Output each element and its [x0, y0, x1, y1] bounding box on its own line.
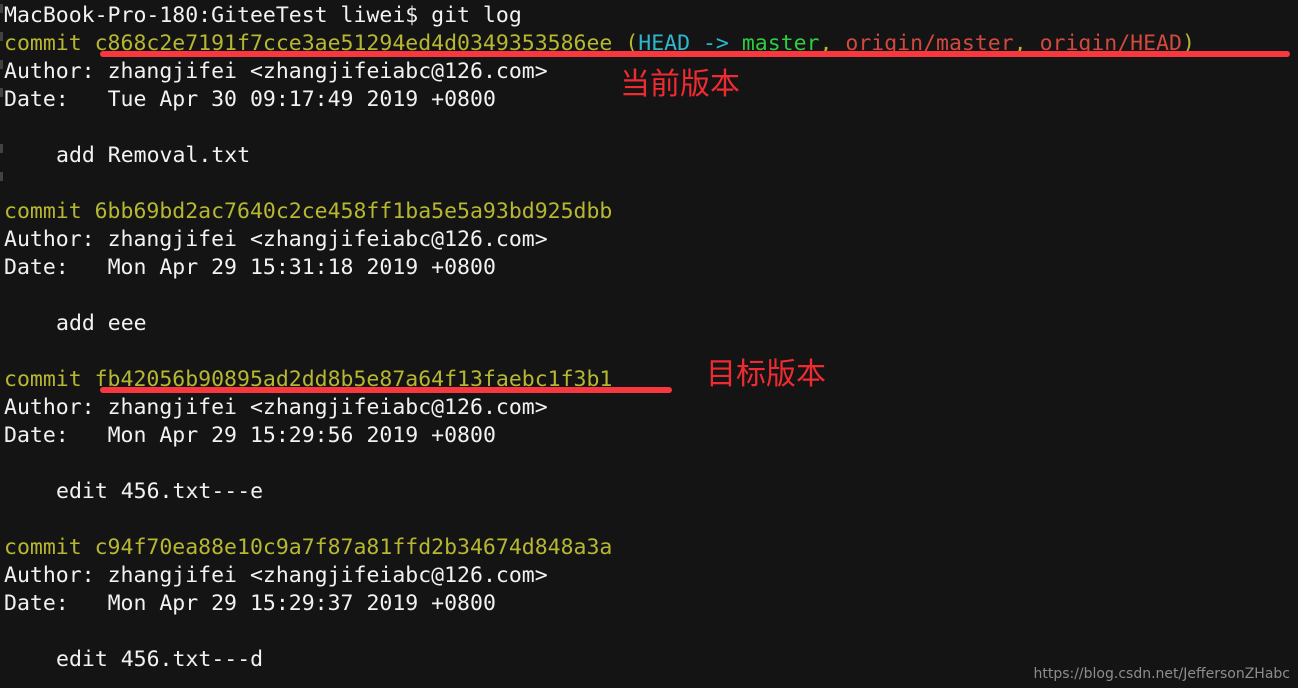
author-keyword: Author: — [4, 227, 108, 252]
commit-keyword: commit — [4, 535, 95, 560]
edge-artifact — [0, 88, 3, 97]
date-line-2: Date: Mon Apr 29 15:31:18 2019 +0800 — [4, 254, 496, 282]
date-value: Tue Apr 30 09:17:49 2019 +0800 — [107, 87, 496, 112]
date-keyword: Date: — [4, 87, 108, 112]
date-value: Mon Apr 29 15:29:56 2019 +0800 — [107, 423, 496, 448]
edge-artifact — [0, 172, 3, 181]
underline-target-version — [100, 387, 672, 393]
commit-message-2: add eee — [56, 311, 147, 336]
commit-keyword: commit — [4, 367, 95, 392]
date-value: Mon Apr 29 15:31:18 2019 +0800 — [107, 255, 496, 280]
date-keyword: Date: — [4, 423, 108, 448]
underline-current-version — [100, 51, 1290, 57]
author-line-1: Author: zhangjifei <zhangjifeiabc@126.co… — [4, 58, 548, 86]
author-line-4: Author: zhangjifei <zhangjifeiabc@126.co… — [4, 562, 548, 590]
date-value: Mon Apr 29 15:29:37 2019 +0800 — [107, 591, 496, 616]
author-value: zhangjifei <zhangjifeiabc@126.com> — [107, 227, 548, 252]
author-line-3: Author: zhangjifei <zhangjifeiabc@126.co… — [4, 394, 548, 422]
commit-hash: c94f70ea88e10c9a7f87a81ffd2b34674d848a3a — [94, 535, 613, 560]
commit-message-4: edit 456.txt---d — [56, 647, 264, 672]
commit-keyword: commit — [4, 31, 95, 56]
edge-artifact — [0, 4, 3, 13]
shell-prompt-line: MacBook-Pro-180:GiteeTest liwei$ git log — [4, 3, 522, 28]
author-line-2: Author: zhangjifei <zhangjifeiabc@126.co… — [4, 226, 548, 254]
commit-line-2: commit 6bb69bd2ac7640c2ce458ff1ba5e5a93b… — [4, 198, 612, 226]
date-keyword: Date: — [4, 255, 108, 280]
commit-line-4: commit c94f70ea88e10c9a7f87a81ffd2b34674… — [4, 534, 612, 562]
author-value: zhangjifei <zhangjifeiabc@126.com> — [107, 563, 548, 588]
edge-artifact — [0, 60, 3, 69]
author-keyword: Author: — [4, 395, 108, 420]
author-keyword: Author: — [4, 59, 108, 84]
commit-message-3: edit 456.txt---e — [56, 479, 264, 504]
author-keyword: Author: — [4, 563, 108, 588]
commit-message-1: add Removal.txt — [56, 143, 251, 168]
annotation-target-version: 目标版本 — [706, 357, 826, 392]
date-line-1: Date: Tue Apr 30 09:17:49 2019 +0800 — [4, 86, 496, 114]
watermark: https://blog.csdn.net/JeffersonZHabc — [1033, 666, 1290, 682]
edge-artifact — [0, 32, 3, 41]
commit-hash: 6bb69bd2ac7640c2ce458ff1ba5e5a93bd925dbb — [94, 199, 613, 224]
date-keyword: Date: — [4, 591, 108, 616]
author-value: zhangjifei <zhangjifeiabc@126.com> — [107, 59, 548, 84]
edge-artifact — [0, 144, 3, 153]
terminal-window: MacBook-Pro-180:GiteeTest liwei$ git log… — [0, 0, 1298, 688]
annotation-current-version: 当前版本 — [620, 67, 740, 102]
author-value: zhangjifei <zhangjifeiabc@126.com> — [107, 395, 548, 420]
commit-keyword: commit — [4, 199, 95, 224]
date-line-4: Date: Mon Apr 29 15:29:37 2019 +0800 — [4, 590, 496, 618]
date-line-3: Date: Mon Apr 29 15:29:56 2019 +0800 — [4, 422, 496, 450]
